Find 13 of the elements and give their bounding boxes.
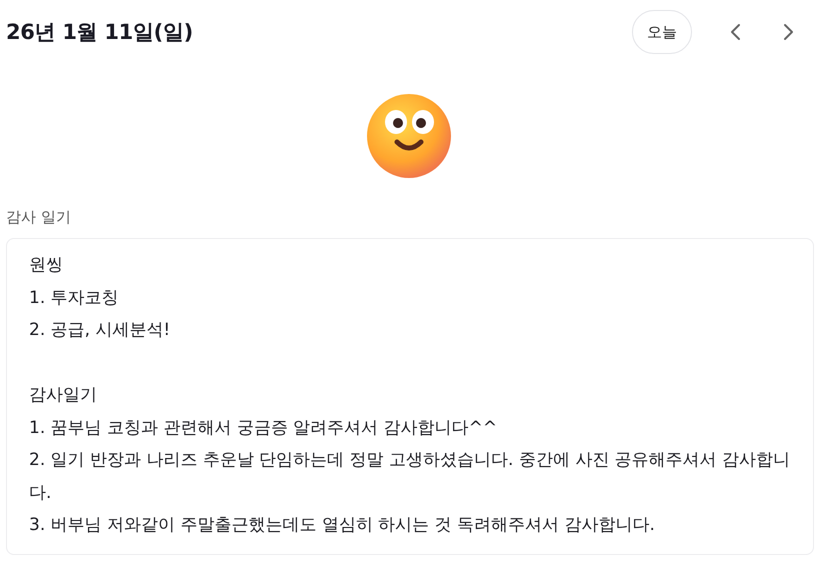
note-line: 1. 투자코칭 [29,286,120,310]
note-line: 3. 버부님 저와같이 주말출근했는데도 열심히 하시는 것 독려해주셔서 감사합니다. [29,514,656,537]
note-line: 2. 공급, 시세분석! [29,319,172,342]
note-line: 원씽 [29,254,64,277]
note-line: 감사일기 [29,384,98,407]
note-line: 2. 일기 반장과 나리즈 추운날 단임하는데 정말 고생하셨습니다. 중간에 사진 공유해주셔서 감사합니다. [29,449,792,504]
chevron-left-icon [729,23,743,41]
smiley-icon [365,92,453,180]
today-button[interactable]: 오늘 [632,10,692,54]
section-label: 감사 일기 [6,208,72,228]
note-line: 1. 꿈부님 코칭과 관련해서 궁금증 알려주셔서 감사합니다^^ [29,416,498,440]
date-title: 26년 1월 11일(일) [6,19,194,46]
chevron-right-icon [781,23,795,41]
